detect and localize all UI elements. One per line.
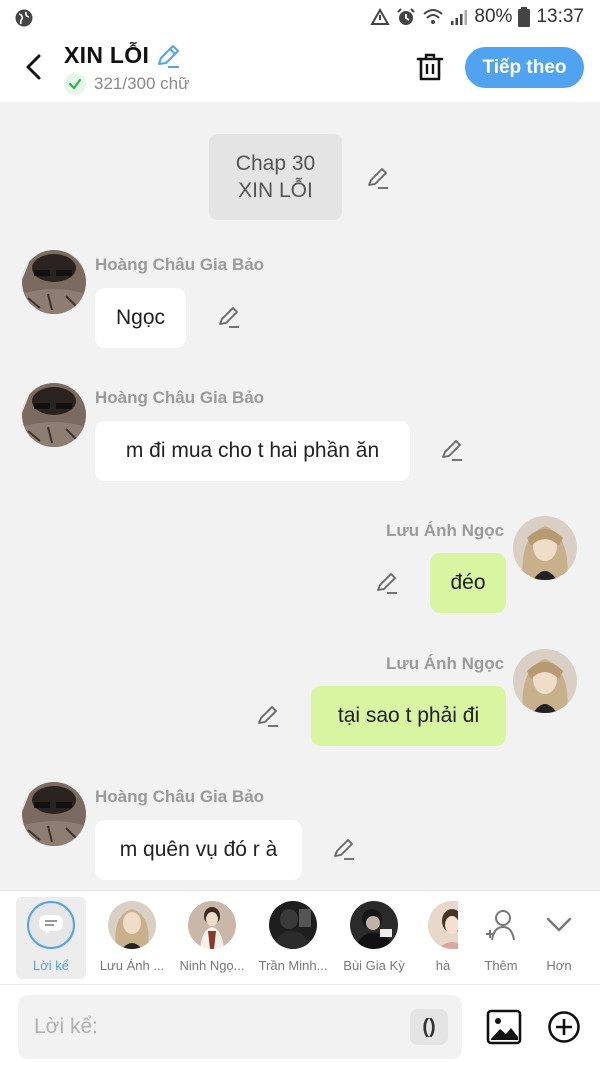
pencil-icon <box>368 168 388 189</box>
avatar <box>188 901 236 949</box>
trash-icon <box>416 53 444 81</box>
pencil-icon <box>219 307 239 328</box>
message-input[interactable] <box>34 995 414 1059</box>
character-item[interactable]: hà <box>420 897 466 979</box>
input-bar: () <box>0 984 600 1067</box>
message-bubble[interactable]: m quên vụ đó r à <box>95 820 302 880</box>
chapter-number: Chap 30 <box>235 152 316 175</box>
avatar <box>428 901 458 949</box>
avatar[interactable] <box>513 516 577 580</box>
character-item[interactable]: Ninh Ngọ... <box>177 897 247 979</box>
edit-message-button[interactable] <box>440 438 464 462</box>
message-bubble[interactable]: m đi mua cho t hai phần ăn <box>95 421 410 481</box>
chat-area[interactable]: Chap 30 XIN LỖI Hoàng Châu Gia Bảo Ngọc … <box>0 102 600 890</box>
pencil-icon <box>258 706 278 727</box>
parenthesis-button[interactable]: () <box>410 1009 448 1045</box>
battery-icon <box>518 7 531 27</box>
character-name: Lưu Ánh ... <box>99 958 165 973</box>
avatar <box>269 901 317 949</box>
character-item[interactable]: Bùi Gia Kỳ <box>339 897 409 979</box>
back-button[interactable] <box>18 50 48 84</box>
chapter-name: XIN LỖI <box>238 179 313 202</box>
signal-icon <box>450 8 468 26</box>
character-name: Ninh Ngọ... <box>179 958 245 973</box>
edit-title-button[interactable] <box>155 43 181 69</box>
avatar <box>350 901 398 949</box>
sender-name: Lưu Ánh Ngọc <box>386 521 505 540</box>
character-name: hà <box>435 958 451 973</box>
avatar <box>108 901 156 949</box>
check-icon <box>64 73 86 95</box>
pencil-icon <box>334 839 354 860</box>
edit-message-button[interactable] <box>256 704 280 728</box>
chapter-heading-card[interactable]: Chap 30 XIN LỖI <box>209 134 342 220</box>
globe-icon <box>14 8 34 33</box>
image-button[interactable] <box>486 1009 522 1045</box>
battery-text: 80% <box>474 6 513 27</box>
status-bar: 80% 13:37 <box>0 0 600 36</box>
message-input-box: () <box>18 995 462 1059</box>
clock-text: 13:37 <box>536 6 584 27</box>
image-icon <box>486 1009 522 1045</box>
avatar[interactable] <box>22 782 86 846</box>
message-bubble[interactable]: tại sao t phải đi <box>311 686 506 746</box>
sender-name: Hoàng Châu Gia Bảo <box>95 388 265 407</box>
add-user-icon <box>477 901 525 949</box>
plus-circle-icon <box>548 1011 580 1043</box>
character-narrator[interactable]: Lời kể <box>16 897 86 979</box>
edit-message-button[interactable] <box>375 571 399 595</box>
more-button[interactable]: Hơn <box>524 897 594 979</box>
pencil-icon <box>158 44 180 68</box>
next-button[interactable]: Tiếp theo <box>465 47 584 88</box>
avatar[interactable] <box>513 649 577 713</box>
word-count: 321/300 chữ <box>94 74 190 93</box>
warning-icon <box>370 8 391 26</box>
sender-name: Hoàng Châu Gia Bảo <box>95 255 265 274</box>
character-name: Lời kể <box>33 958 69 973</box>
sender-name: Hoàng Châu Gia Bảo <box>95 787 265 806</box>
message-bubble[interactable]: đéo <box>430 553 506 613</box>
delete-button[interactable] <box>414 50 446 84</box>
character-item[interactable]: Trần Minh... <box>258 897 328 979</box>
alarm-icon <box>396 7 416 27</box>
pencil-icon <box>442 440 462 461</box>
character-item[interactable]: Lưu Ánh ... <box>97 897 167 979</box>
chevron-down-icon <box>535 901 583 949</box>
edit-message-button[interactable] <box>332 837 356 861</box>
chevron-left-icon <box>26 54 41 80</box>
avatar[interactable] <box>22 250 86 314</box>
wifi-icon <box>422 8 444 26</box>
message-bubble[interactable]: Ngọc <box>95 288 186 348</box>
sender-name: Lưu Ánh Ngọc <box>386 654 505 673</box>
edit-chapter-button[interactable] <box>366 166 390 190</box>
character-name: Bùi Gia Kỳ <box>343 958 405 973</box>
chapter-title: XIN LỖI <box>64 42 150 68</box>
pencil-icon <box>377 573 397 594</box>
avatar[interactable] <box>22 383 86 447</box>
edit-message-button[interactable] <box>217 305 241 329</box>
editor-header: XIN LỖI 321/300 chữ Tiếp theo <box>0 36 600 102</box>
narration-icon <box>27 901 75 949</box>
character-name: Hơn <box>546 958 572 973</box>
character-name: Trần Minh... <box>258 958 328 973</box>
add-button[interactable] <box>547 1010 581 1044</box>
character-picker: Lời kể Lưu Ánh ... Ninh Ngọ... Trần Minh… <box>0 890 600 984</box>
